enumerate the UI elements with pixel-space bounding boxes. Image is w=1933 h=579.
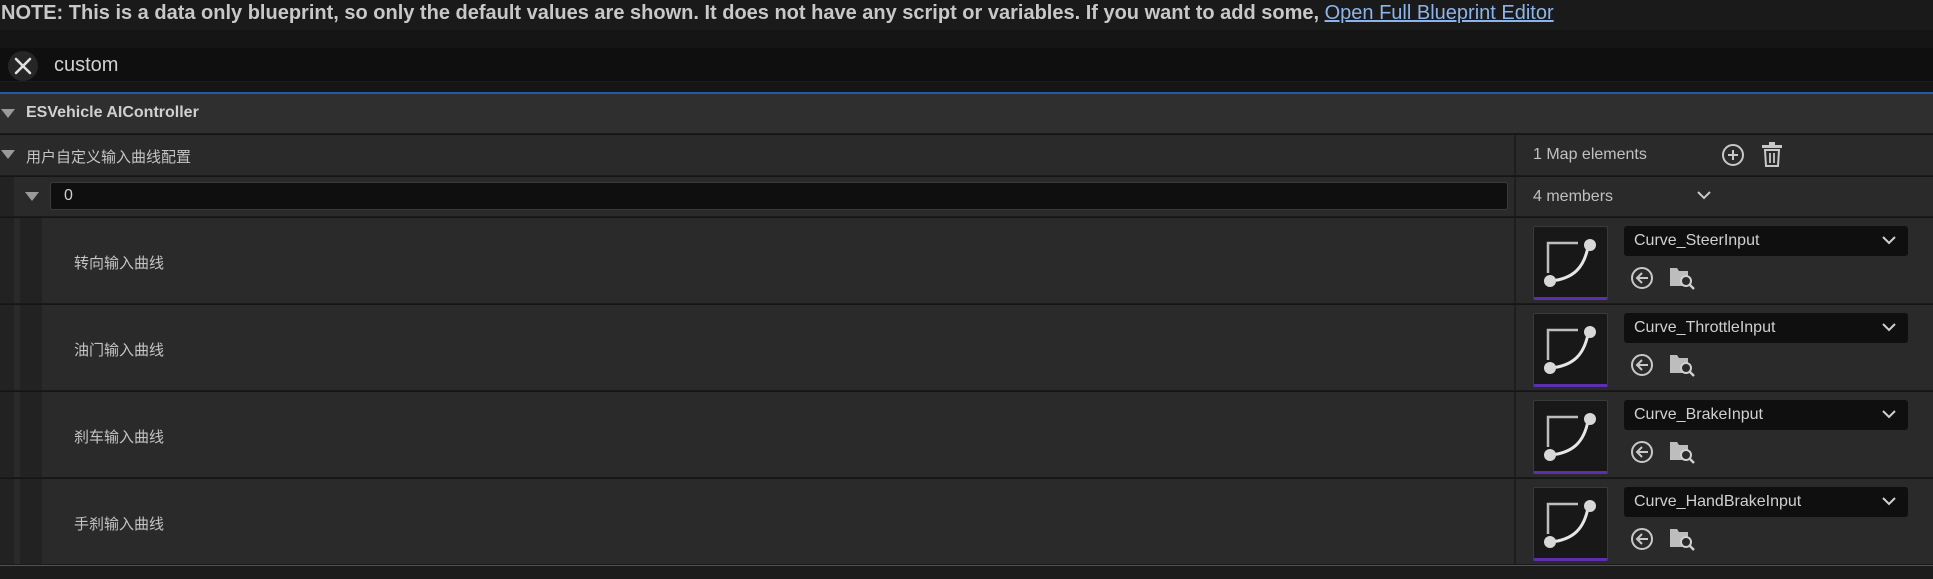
asset-thumbnail[interactable] [1533,400,1608,474]
member-row: 油门输入曲线 Curve_ThrottleInput [0,305,1933,391]
folder-search-icon[interactable] [1668,525,1696,551]
chevron-down-icon [1882,410,1896,419]
indent-guide [20,392,42,477]
member-row: 转向输入曲线 Curve_SteerInput [0,218,1933,304]
indent-guide [0,305,14,390]
chevron-down-icon [1882,236,1896,245]
column-divider [1514,218,1516,303]
column-divider [1514,177,1516,216]
asset-name: Curve_SteerInput [1634,232,1760,249]
asset-picker-combo[interactable]: Curve_ThrottleInput [1624,313,1908,343]
member-label: 刹车输入曲线 [74,428,165,446]
indent-guide [0,218,14,303]
collapse-category-icon[interactable] [1,109,15,118]
chevron-down-icon[interactable] [1697,190,1711,200]
asset-name: Curve_HandBrakeInput [1634,493,1802,510]
curve-asset-icon [1544,413,1596,461]
data-only-blueprint-note: NOTE: This is a data only blueprint, so … [0,0,1933,30]
column-divider [1514,135,1516,175]
map-property-label: 用户自定义输入曲线配置 [26,148,192,166]
category-title: ESVehicle AIController [26,104,199,121]
note-text: NOTE: This is a data only blueprint, so … [1,2,1325,24]
asset-thumbnail[interactable] [1533,487,1608,561]
search-input[interactable] [54,50,1914,80]
members-count: 4 members [1533,188,1614,205]
asset-picker-combo[interactable]: Curve_SteerInput [1624,226,1908,256]
category-header[interactable]: ESVehicle AIController [0,94,1933,134]
folder-search-icon[interactable] [1668,264,1696,290]
close-icon [14,57,32,75]
asset-name: Curve_BrakeInput [1634,406,1763,423]
open-full-blueprint-editor-link[interactable]: Open Full Blueprint Editor [1325,2,1554,24]
clear-search-button[interactable] [8,51,38,81]
arrow-left-circle-icon[interactable] [1630,266,1654,290]
trash-icon[interactable] [1760,142,1784,168]
search-bar [0,48,1933,82]
bottom-strip [0,566,1933,579]
indent-guide [0,177,14,216]
collapse-map-icon[interactable] [1,150,15,159]
map-property-row: 用户自定义输入曲线配置 1 Map elements [0,135,1933,176]
column-divider [1514,392,1516,477]
asset-thumbnail[interactable] [1533,226,1608,300]
member-label: 转向输入曲线 [74,254,165,272]
asset-thumbnail[interactable] [1533,313,1608,387]
column-divider [1514,479,1516,564]
member-label: 油门输入曲线 [74,341,165,359]
collapse-element-icon[interactable] [25,192,39,201]
arrow-left-circle-icon[interactable] [1630,353,1654,377]
member-row: 刹车输入曲线 Curve_BrakeInput [0,392,1933,478]
arrow-left-circle-icon[interactable] [1630,440,1654,464]
curve-asset-icon [1544,500,1596,548]
member-row: 手刹输入曲线 Curve_HandBrakeInput [0,479,1933,565]
asset-picker-combo[interactable]: Curve_BrakeInput [1624,400,1908,430]
plus-circle-icon[interactable] [1721,143,1745,167]
chevron-down-icon [1882,497,1896,506]
curve-asset-icon [1544,239,1596,287]
curve-asset-icon [1544,326,1596,374]
folder-search-icon[interactable] [1668,351,1696,377]
asset-name: Curve_ThrottleInput [1634,319,1776,336]
chevron-down-icon [1882,323,1896,332]
member-label: 手刹输入曲线 [74,515,165,533]
arrow-left-circle-icon[interactable] [1630,527,1654,551]
indent-guide [0,479,14,564]
indent-guide [0,392,14,477]
folder-search-icon[interactable] [1668,438,1696,464]
indent-guide [20,479,42,564]
map-elements-count: 1 Map elements [1533,146,1647,163]
indent-guide [20,218,42,303]
map-key-input[interactable] [50,182,1508,210]
indent-guide [20,305,42,390]
asset-picker-combo[interactable]: Curve_HandBrakeInput [1624,487,1908,517]
column-divider [1514,305,1516,390]
map-element-row: 4 members [0,177,1933,217]
